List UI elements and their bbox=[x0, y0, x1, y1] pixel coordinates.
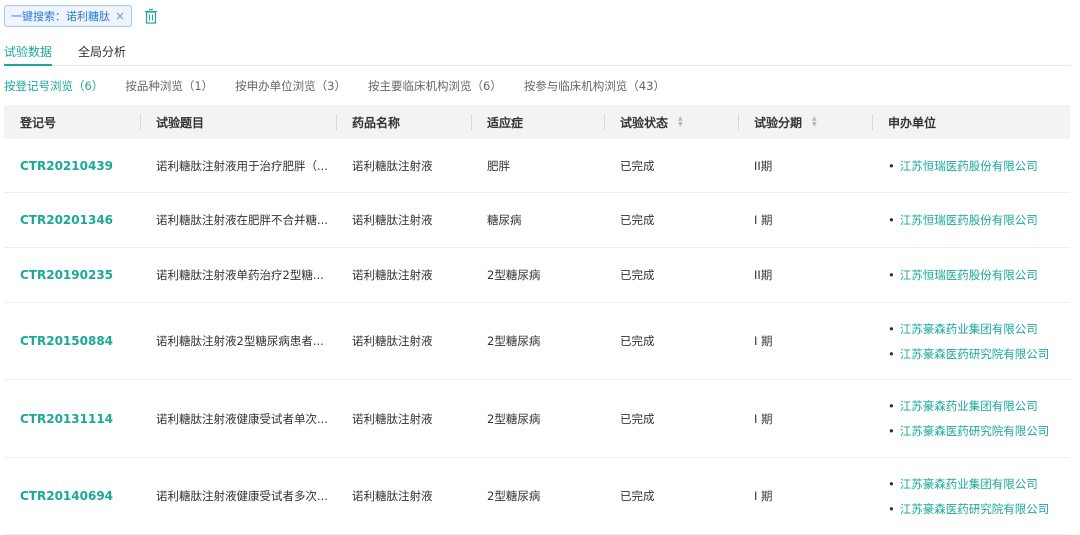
search-chip-label: 一键搜索：诺利糖肽 bbox=[11, 10, 110, 23]
sponsor-link[interactable]: 江苏豪森药业集团有限公司 bbox=[900, 477, 1038, 491]
trial-phase: I 期 bbox=[754, 213, 773, 227]
sponsor-link[interactable]: 江苏豪森药业集团有限公司 bbox=[900, 399, 1038, 413]
reg-no-link[interactable]: CTR20140694 bbox=[4, 489, 140, 503]
tab-trial-data[interactable]: 试验数据 bbox=[4, 40, 53, 66]
indication: 肥胖 bbox=[487, 158, 510, 173]
col-phase[interactable]: 试验分期 ▲ ▼ bbox=[738, 105, 872, 139]
reg-no-link[interactable]: CTR20131114 bbox=[4, 412, 140, 426]
sponsor-item: • 江苏恒瑞医药股份有限公司 bbox=[888, 213, 1038, 227]
col-sponsor: 申办单位 bbox=[872, 105, 1070, 139]
sponsor-link[interactable]: 江苏豪森药业集团有限公司 bbox=[900, 322, 1038, 336]
search-bar: 一键搜索：诺利糖肽 × bbox=[4, 5, 158, 27]
browse-by-variety[interactable]: 按品种浏览（1） bbox=[125, 78, 213, 94]
trial-phase: I 期 bbox=[754, 411, 773, 426]
trial-status: 已完成 bbox=[620, 489, 655, 503]
sponsor-item: • 江苏豪森医药研究院有限公司 bbox=[888, 424, 1050, 438]
table-row: CTR20131114 诺利糖肽注射液健康受试者单次... 诺利糖肽注射液 2型… bbox=[4, 380, 1070, 458]
sponsor-list: • 江苏豪森药业集团有限公司 • 江苏豪森医药研究院有限公司 bbox=[872, 321, 1070, 362]
drug-name: 诺利糖肽注射液 bbox=[352, 268, 433, 282]
indication: 2型糖尿病 bbox=[487, 489, 541, 503]
reg-no-link[interactable]: CTR20201346 bbox=[4, 213, 140, 227]
sponsor-item: • 江苏豪森医药研究院有限公司 bbox=[888, 346, 1050, 361]
sponsor-item: • 江苏恒瑞医药股份有限公司 bbox=[888, 268, 1038, 282]
sponsor-list: • 江苏恒瑞医药股份有限公司 bbox=[872, 212, 1070, 228]
table-row: CTR20210439 诺利糖肽注射液用于治疗肥胖（... 诺利糖肽注射液 肥胖… bbox=[4, 139, 1070, 193]
sort-icon[interactable]: ▲ ▼ bbox=[678, 116, 683, 128]
sponsor-link[interactable]: 江苏恒瑞医药股份有限公司 bbox=[900, 159, 1038, 173]
trial-phase: II期 bbox=[754, 268, 773, 282]
trash-icon[interactable] bbox=[144, 8, 158, 24]
tab-global-analysis[interactable]: 全局分析 bbox=[78, 40, 126, 65]
reg-no-link[interactable]: CTR20150884 bbox=[4, 334, 140, 348]
trial-status: 已完成 bbox=[620, 268, 655, 282]
trial-status: 已完成 bbox=[620, 213, 655, 227]
sponsor-link[interactable]: 江苏豪森医药研究院有限公司 bbox=[900, 502, 1050, 516]
browse-by-sponsor[interactable]: 按申办单位浏览（3） bbox=[235, 78, 346, 94]
browse-by-participating-institution[interactable]: 按参与临床机构浏览（43） bbox=[524, 78, 665, 94]
browse-by-main-institution[interactable]: 按主要临床机构浏览（6） bbox=[368, 78, 502, 94]
tab-bar: 试验数据 全局分析 bbox=[4, 40, 1070, 66]
col-indication: 适应症 bbox=[471, 105, 604, 139]
sponsor-item: • 江苏豪森药业集团有限公司 bbox=[888, 476, 1038, 491]
sort-icon[interactable]: ▲ ▼ bbox=[812, 116, 817, 128]
sponsor-list: • 江苏豪森药业集团有限公司 • 江苏豪森医药研究院有限公司 bbox=[872, 476, 1070, 517]
sponsor-item: • 江苏恒瑞医药股份有限公司 bbox=[888, 158, 1038, 173]
drug-name: 诺利糖肽注射液 bbox=[352, 334, 433, 348]
sponsor-item: • 江苏豪森医药研究院有限公司 bbox=[888, 501, 1050, 516]
trial-phase: II期 bbox=[754, 158, 773, 173]
col-title: 试验题目 bbox=[140, 105, 336, 139]
sponsor-list: • 江苏恒瑞医药股份有限公司 bbox=[872, 267, 1070, 283]
sponsor-item: • 江苏豪森药业集团有限公司 bbox=[888, 399, 1038, 413]
trial-phase: I 期 bbox=[754, 489, 773, 503]
close-icon[interactable]: × bbox=[115, 9, 125, 23]
trial-title: 诺利糖肽注射液用于治疗肥胖（... bbox=[156, 158, 328, 173]
indication: 2型糖尿病 bbox=[487, 268, 541, 282]
browse-options: 按登记号浏览（6） 按品种浏览（1） 按申办单位浏览（3） 按主要临床机构浏览（… bbox=[4, 78, 687, 94]
col-drug: 药品名称 bbox=[336, 105, 471, 139]
reg-no-link[interactable]: CTR20190235 bbox=[4, 268, 140, 282]
indication: 2型糖尿病 bbox=[487, 411, 541, 426]
sponsor-link[interactable]: 江苏恒瑞医药股份有限公司 bbox=[900, 268, 1038, 282]
drug-name: 诺利糖肽注射液 bbox=[352, 158, 433, 173]
trial-status: 已完成 bbox=[620, 334, 655, 348]
sponsor-link[interactable]: 江苏豪森医药研究院有限公司 bbox=[900, 347, 1050, 361]
table-header: 登记号 试验题目 药品名称 适应症 试验状态 ▲ ▼ 试验分期 ▲ ▼ 申办单位 bbox=[4, 105, 1070, 139]
indication: 糖尿病 bbox=[487, 213, 522, 227]
sponsor-list: • 江苏豪森药业集团有限公司 • 江苏豪森医药研究院有限公司 bbox=[872, 398, 1070, 439]
trial-title: 诺利糖肽注射液健康受试者单次... bbox=[156, 411, 328, 426]
col-reg-no: 登记号 bbox=[20, 115, 57, 130]
trial-title: 诺利糖肽注射液2型糖尿病患者... bbox=[156, 334, 324, 348]
table-row: CTR20140694 诺利糖肽注射液健康受试者多次... 诺利糖肽注射液 2型… bbox=[4, 458, 1070, 535]
sponsor-link[interactable]: 江苏恒瑞医药股份有限公司 bbox=[900, 213, 1038, 227]
sponsor-list: • 江苏恒瑞医药股份有限公司 bbox=[872, 158, 1070, 174]
sponsor-item: • 江苏豪森药业集团有限公司 bbox=[888, 321, 1038, 336]
table-row: CTR20201346 诺利糖肽注射液在肥胖不合并糖... 诺利糖肽注射液 糖尿… bbox=[4, 193, 1070, 248]
indication: 2型糖尿病 bbox=[487, 334, 541, 348]
drug-name: 诺利糖肽注射液 bbox=[352, 489, 433, 503]
sponsor-link[interactable]: 江苏豪森医药研究院有限公司 bbox=[900, 424, 1050, 438]
table-row: CTR20150884 诺利糖肽注射液2型糖尿病患者... 诺利糖肽注射液 2型… bbox=[4, 303, 1070, 380]
table-row: CTR20190235 诺利糖肽注射液单药治疗2型糖... 诺利糖肽注射液 2型… bbox=[4, 248, 1070, 303]
browse-by-reg-no[interactable]: 按登记号浏览（6） bbox=[4, 78, 103, 94]
drug-name: 诺利糖肽注射液 bbox=[352, 213, 433, 227]
trial-status: 已完成 bbox=[620, 158, 655, 173]
col-status[interactable]: 试验状态 ▲ ▼ bbox=[604, 105, 738, 139]
drug-name: 诺利糖肽注射液 bbox=[352, 411, 433, 426]
trial-title: 诺利糖肽注射液在肥胖不合并糖... bbox=[156, 213, 328, 227]
trial-status: 已完成 bbox=[620, 411, 655, 426]
trials-table: 登记号 试验题目 药品名称 适应症 试验状态 ▲ ▼ 试验分期 ▲ ▼ 申办单位 CTR… bbox=[4, 105, 1070, 535]
trial-phase: I 期 bbox=[754, 334, 773, 348]
trial-title: 诺利糖肽注射液单药治疗2型糖... bbox=[156, 268, 324, 282]
trial-title: 诺利糖肽注射液健康受试者多次... bbox=[156, 489, 328, 503]
reg-no-link[interactable]: CTR20210439 bbox=[4, 159, 140, 173]
search-chip[interactable]: 一键搜索：诺利糖肽 × bbox=[4, 5, 133, 27]
